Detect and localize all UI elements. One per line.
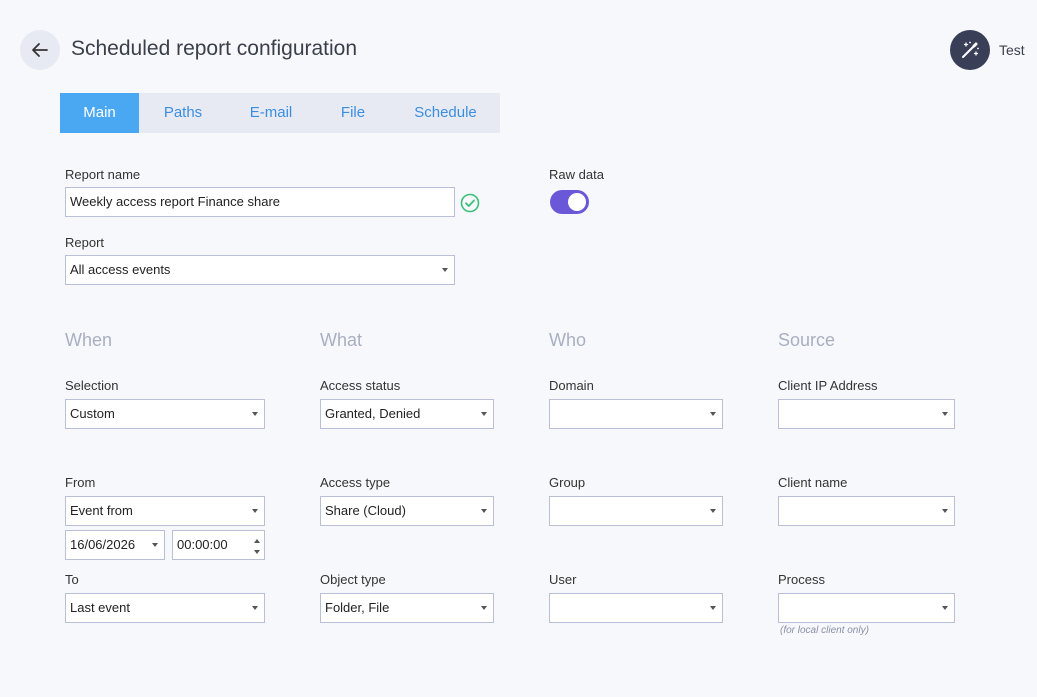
report-label: Report (65, 235, 105, 250)
chevron-down-icon (481, 412, 487, 416)
from-time-value: 00:00:00 (177, 537, 228, 552)
from-date-value: 16/06/2026 (70, 537, 136, 552)
object-type-label: Object type (320, 572, 386, 587)
access-status-value: Granted, Denied (325, 406, 421, 421)
report-name-label: Report name (65, 167, 141, 182)
arrow-left-icon (32, 43, 48, 57)
client-name-select[interactable] (778, 496, 955, 526)
selection-label: Selection (65, 378, 119, 393)
chevron-down-icon (252, 509, 258, 513)
chevron-down-icon (252, 412, 258, 416)
page-title: Scheduled report configuration (71, 37, 358, 60)
from-date-picker[interactable]: 16/06/2026 (65, 530, 165, 560)
user-label: User (549, 572, 577, 587)
from-value: Event from (70, 503, 133, 518)
tab-paths[interactable]: Paths (139, 93, 227, 133)
access-status-select[interactable]: Granted, Denied (320, 399, 494, 429)
access-type-select[interactable]: Share (Cloud) (320, 496, 494, 526)
process-hint: (for local client only) (780, 625, 869, 636)
to-value: Last event (70, 600, 130, 615)
report-select-value: All access events (70, 262, 171, 277)
chevron-down-icon (942, 606, 948, 610)
section-when: When (65, 330, 113, 350)
client-ip-select[interactable] (778, 399, 955, 429)
section-source: Source (778, 330, 836, 350)
client-name-label: Client name (778, 475, 848, 490)
section-what: What (320, 330, 363, 350)
chevron-down-icon (481, 606, 487, 610)
object-type-select[interactable]: Folder, File (320, 593, 494, 623)
to-select[interactable]: Last event (65, 593, 265, 623)
report-name-input[interactable]: Weekly access report Finance share (65, 187, 455, 217)
chevron-down-icon (710, 509, 716, 513)
spin-up-icon[interactable] (254, 539, 260, 543)
chevron-down-icon (152, 543, 158, 547)
toggle-knob (568, 193, 586, 211)
selection-value: Custom (70, 406, 115, 421)
tab-file[interactable]: File (315, 93, 391, 133)
group-label: Group (549, 475, 586, 490)
back-button[interactable] (20, 30, 60, 70)
chevron-down-icon (710, 412, 716, 416)
from-time-spinner[interactable]: 00:00:00 (172, 530, 265, 560)
chevron-down-icon (710, 606, 716, 610)
chevron-down-icon (442, 268, 448, 272)
access-type-label: Access type (320, 475, 391, 490)
domain-select[interactable] (549, 399, 723, 429)
tab-main[interactable]: Main (60, 93, 139, 133)
domain-label: Domain (549, 378, 594, 393)
from-select[interactable]: Event from (65, 496, 265, 526)
access-status-label: Access status (320, 378, 401, 393)
magic-wand-icon (962, 41, 979, 58)
group-select[interactable] (549, 496, 723, 526)
to-label: To (65, 572, 79, 587)
chevron-down-icon (481, 509, 487, 513)
tab-bar: Main Paths E-mail File Schedule (60, 93, 500, 133)
chevron-down-icon (942, 412, 948, 416)
access-type-value: Share (Cloud) (325, 503, 406, 518)
from-label: From (65, 475, 96, 490)
chevron-down-icon (252, 606, 258, 610)
tab-email[interactable]: E-mail (227, 93, 315, 133)
spin-down-icon[interactable] (254, 550, 260, 554)
report-name-value: Weekly access report Finance share (70, 194, 281, 209)
process-label: Process (778, 572, 825, 587)
chevron-down-icon (942, 509, 948, 513)
selection-select[interactable]: Custom (65, 399, 265, 429)
raw-data-label: Raw data (549, 167, 604, 182)
raw-data-toggle[interactable] (550, 190, 589, 214)
report-select[interactable]: All access events (65, 255, 455, 285)
section-who: Who (549, 330, 587, 350)
object-type-value: Folder, File (325, 600, 390, 615)
process-select[interactable] (778, 593, 955, 623)
test-label: Test (999, 42, 1025, 58)
test-button[interactable]: Test (950, 30, 1025, 70)
user-select[interactable] (549, 593, 723, 623)
client-ip-label: Client IP Address (778, 378, 878, 393)
tab-schedule[interactable]: Schedule (391, 93, 500, 133)
test-icon-circle[interactable] (950, 30, 990, 70)
check-circle-icon (460, 193, 480, 213)
